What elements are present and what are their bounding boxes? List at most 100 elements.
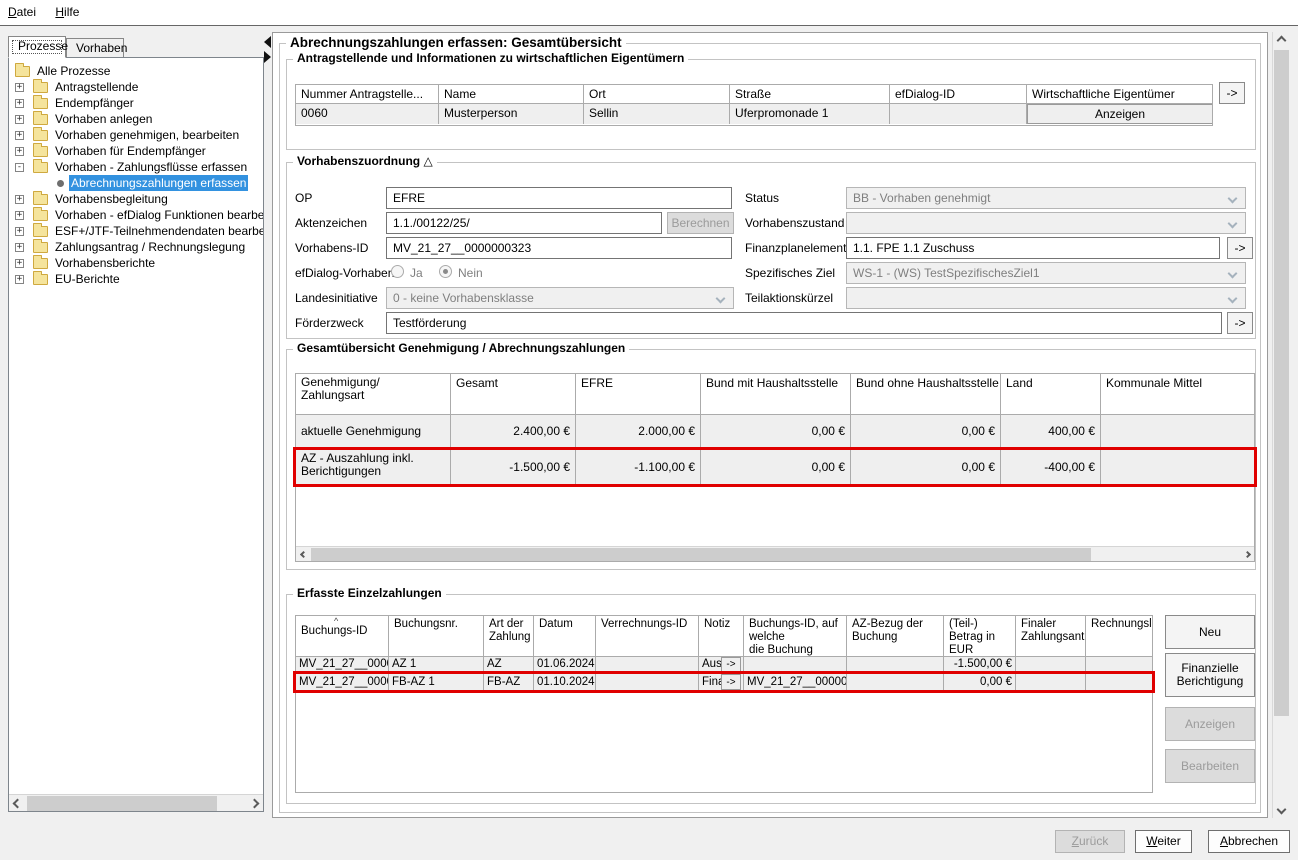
splitter-collapse-left-icon[interactable]: [264, 36, 271, 48]
column-header[interactable]: Land: [1001, 374, 1101, 414]
scroll-up-icon[interactable]: [1273, 32, 1289, 49]
column-header[interactable]: Wirtschaftliche Eigentümer: [1027, 85, 1212, 103]
column-header[interactable]: EFRE: [576, 374, 701, 414]
applicants-goto-button[interactable]: ->: [1219, 82, 1245, 104]
expand-icon[interactable]: +: [15, 83, 24, 92]
tree-item-esf-jtf-daten[interactable]: + ESF+/JTF-Teilnehmendendaten bearbeiten: [9, 223, 264, 239]
tree-item-eu-berichte[interactable]: + EU-Berichte: [9, 271, 264, 287]
payment-row-az[interactable]: MV_21_27__000000 AZ 1 AZ 01.06.2024 Aus …: [296, 656, 1152, 673]
column-header[interactable]: ^ Buchungs-ID: [296, 616, 389, 656]
column-header[interactable]: Notiz: [699, 616, 744, 656]
efdialog-nein-radio[interactable]: [439, 265, 452, 278]
column-header[interactable]: efDialog-ID: [890, 85, 1027, 103]
aktenzeichen-field[interactable]: 1.1./00122/25/: [386, 212, 662, 234]
overview-hscrollbar[interactable]: [296, 546, 1254, 561]
tree-item-vorhaben-anlegen[interactable]: + Vorhaben anlegen: [9, 111, 264, 127]
landesinitiative-select[interactable]: 0 - keine Vorhabensklasse: [386, 287, 734, 309]
vorhabens-id-field[interactable]: MV_21_27__0000000323: [386, 237, 732, 259]
column-header[interactable]: Bund ohne Haushaltsstelle: [851, 374, 1001, 414]
expand-icon[interactable]: +: [15, 131, 24, 140]
column-header[interactable]: Nummer Antragstelle...: [296, 85, 439, 103]
tree-item-antragstellende[interactable]: + Antragstellende: [9, 79, 264, 95]
splitter-expand-right-icon[interactable]: [264, 51, 271, 63]
neu-button[interactable]: Neu: [1165, 615, 1255, 649]
expand-icon[interactable]: +: [15, 195, 24, 204]
column-header[interactable]: Datum: [534, 616, 596, 656]
vorhabenszustand-select[interactable]: [846, 212, 1246, 234]
tree-item-vorhaben-genehmigen[interactable]: + Vorhaben genehmigen, bearbeiten: [9, 127, 264, 143]
efdialog-ja-radio[interactable]: [391, 265, 404, 278]
column-header[interactable]: Rechnungslegung: [1086, 616, 1152, 656]
column-header[interactable]: (Teil-) Betrag in EUR: [944, 616, 1016, 656]
expand-icon[interactable]: +: [15, 99, 24, 108]
tree-hscroll-thumb[interactable]: [27, 796, 217, 811]
main-vscroll-thumb[interactable]: [1274, 50, 1289, 716]
tab-vorhaben[interactable]: Vorhaben: [66, 38, 124, 58]
column-header[interactable]: Gesamt: [451, 374, 576, 414]
finanzplanelement-field[interactable]: 1.1. FPE 1.1 Zuschuss: [846, 237, 1220, 259]
column-header[interactable]: AZ-Bezug der Buchung: [847, 616, 944, 656]
weiter-button[interactable]: Weiter: [1135, 830, 1192, 853]
column-header[interactable]: Finaler Zahlungsantrag: [1016, 616, 1086, 656]
op-field[interactable]: EFRE: [386, 187, 732, 209]
column-header[interactable]: Buchungs-ID, auf welche die Buchung: [744, 616, 847, 656]
tree-item-endempfaenger[interactable]: + Endempfänger: [9, 95, 264, 111]
scroll-right-icon[interactable]: [1240, 547, 1254, 561]
scroll-down-icon[interactable]: [1273, 801, 1289, 818]
folder-icon: [33, 130, 48, 141]
tree-item-efdialog-funktionen[interactable]: + Vorhaben - efDialog Funktionen bearbei…: [9, 207, 264, 223]
column-header[interactable]: Straße: [730, 85, 890, 103]
show-owners-button[interactable]: Anzeigen: [1027, 104, 1212, 124]
zurueck-button[interactable]: Zurück: [1055, 830, 1125, 853]
expand-icon[interactable]: +: [15, 259, 24, 268]
column-header[interactable]: Verrechnungs-ID: [596, 616, 699, 656]
collapse-icon[interactable]: -: [15, 163, 24, 172]
overview-row-genehmigung[interactable]: aktuelle Genehmigung 2.400,00 € 2.000,00…: [296, 414, 1254, 449]
scroll-right-icon[interactable]: [246, 795, 263, 811]
scroll-left-icon[interactable]: [296, 547, 310, 561]
menu-datei[interactable]: Datei: [0, 0, 44, 23]
overview-row-auszahlung[interactable]: AZ - Auszahlung inkl. Berichtigungen -1.…: [296, 449, 1254, 485]
expand-icon[interactable]: +: [15, 211, 24, 220]
spezifisches-ziel-select[interactable]: WS-1 - (WS) TestSpezifischesZiel1: [846, 262, 1246, 284]
main-vscrollbar[interactable]: [1272, 32, 1289, 818]
tree-item-vorhabensbegleitung[interactable]: + Vorhabensbegleitung: [9, 191, 264, 207]
column-header[interactable]: Ort: [584, 85, 730, 103]
abbrechen-button[interactable]: Abbrechen: [1208, 830, 1290, 853]
tab-prozesse[interactable]: Prozesse: [8, 36, 66, 58]
expand-icon[interactable]: +: [15, 275, 24, 284]
tree-item-alle-prozesse[interactable]: Alle Prozesse: [9, 63, 264, 79]
foerderzweck-field[interactable]: Testförderung: [386, 312, 1222, 334]
overview-hscroll-thumb[interactable]: [311, 548, 1091, 561]
finanzplanelement-goto-button[interactable]: ->: [1227, 237, 1253, 259]
tree-item-zahlungsfluesse[interactable]: - Vorhaben - Zahlungsflüsse erfassen: [9, 159, 264, 175]
menu-hilfe[interactable]: Hilfe: [47, 0, 87, 23]
column-header[interactable]: Art der Zahlung: [484, 616, 534, 656]
expand-icon[interactable]: +: [15, 147, 24, 156]
expand-icon[interactable]: +: [15, 227, 24, 236]
anzeigen-button[interactable]: Anzeigen: [1165, 707, 1255, 741]
notiz-goto-button[interactable]: ->: [721, 674, 741, 690]
teilaktionskuerzel-select[interactable]: [846, 287, 1246, 309]
berechnen-button[interactable]: Berechnen: [667, 212, 734, 234]
payment-row-fb-az[interactable]: MV_21_27__000000 FB-AZ 1 FB-AZ 01.10.202…: [296, 673, 1152, 691]
tree-item-vorhaben-endempfaenger[interactable]: + Vorhaben für Endempfänger: [9, 143, 264, 159]
tree-item-abrechnungszahlungen[interactable]: Abrechnungszahlungen erfassen: [9, 175, 264, 191]
notiz-goto-button[interactable]: ->: [721, 657, 741, 672]
column-header[interactable]: Name: [439, 85, 584, 103]
applicant-row[interactable]: 0060 Musterperson Sellin Uferpromonade 1…: [296, 103, 1212, 125]
column-header[interactable]: Kommunale Mittel: [1101, 374, 1254, 414]
finanzielle-berichtigung-button[interactable]: Finanzielle Berichtigung: [1165, 653, 1255, 697]
foerderzweck-goto-button[interactable]: ->: [1227, 312, 1253, 334]
expand-icon[interactable]: +: [15, 243, 24, 252]
column-header[interactable]: Genehmigung/ Zahlungsart: [296, 374, 451, 414]
tree-hscrollbar[interactable]: [9, 794, 263, 811]
tree-item-zahlungsantrag[interactable]: + Zahlungsantrag / Rechnungslegung: [9, 239, 264, 255]
bearbeiten-button[interactable]: Bearbeiten: [1165, 749, 1255, 783]
column-header[interactable]: Buchungsnr.: [389, 616, 484, 656]
tree-item-vorhabensberichte[interactable]: + Vorhabensberichte: [9, 255, 264, 271]
column-header[interactable]: Bund mit Haushaltsstelle: [701, 374, 851, 414]
scroll-left-icon[interactable]: [9, 795, 26, 811]
expand-icon[interactable]: +: [15, 115, 24, 124]
status-select[interactable]: BB - Vorhaben genehmigt: [846, 187, 1246, 209]
